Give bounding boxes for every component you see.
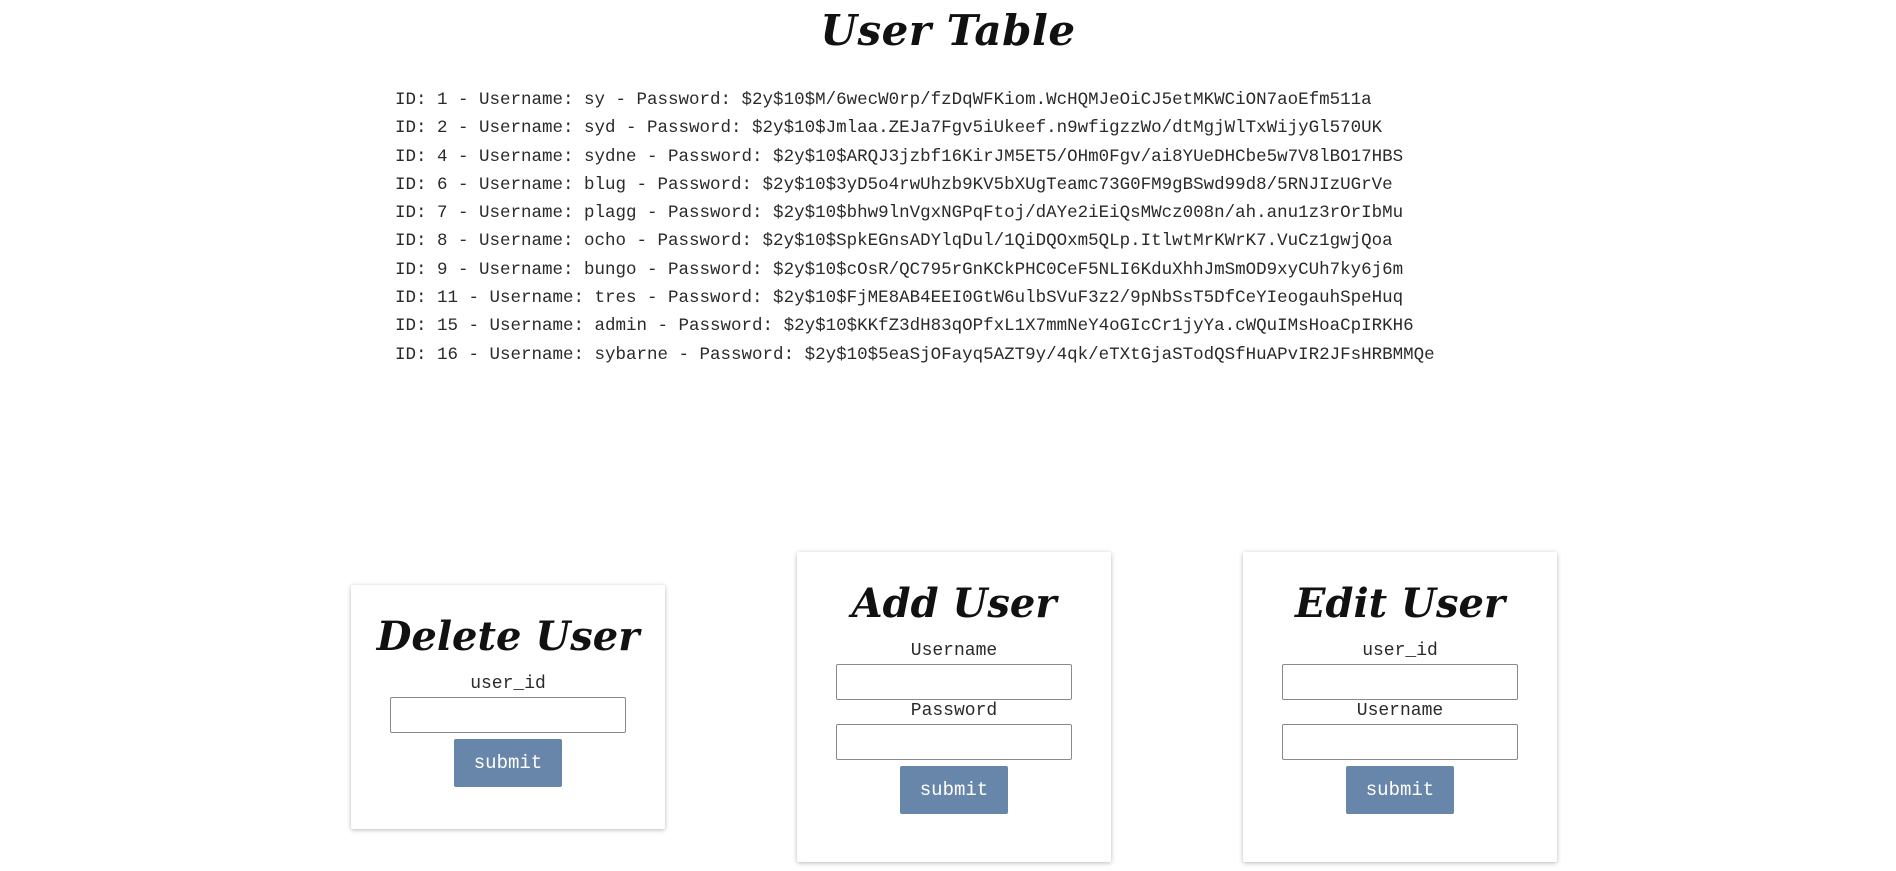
- edit-user-card: Edit User user_id Username submit: [1243, 552, 1557, 862]
- edit-username-input[interactable]: [1282, 724, 1518, 760]
- user-row: ID: 11 - Username: tres - Password: $2y$…: [395, 288, 1404, 309]
- page: User Table ID: 1 - Username: sy - Passwo…: [0, 0, 1896, 871]
- user-id-label: user_id: [1362, 641, 1438, 661]
- edit-user-title: Edit User: [1295, 580, 1505, 627]
- user-row: ID: 6 - Username: blug - Password: $2y$1…: [395, 174, 1393, 195]
- delete-submit-button[interactable]: submit: [454, 739, 562, 787]
- user-row: ID: 1 - Username: sy - Password: $2y$10$…: [395, 90, 1372, 110]
- edit-user-id-input[interactable]: [1282, 664, 1518, 700]
- delete-user-card: Delete User user_id submit: [351, 585, 665, 829]
- user-row: ID: 8 - Username: ocho - Password: $2y$1…: [395, 231, 1393, 252]
- add-submit-button[interactable]: submit: [900, 766, 1008, 814]
- user-row: ID: 16 - Username: sybarne - Password: $…: [395, 344, 1435, 365]
- user-row: ID: 7 - Username: plagg - Password: $2y$…: [395, 203, 1404, 224]
- add-username-input[interactable]: [836, 664, 1072, 700]
- page-title: User Table: [820, 6, 1076, 55]
- password-label: Password: [910, 701, 998, 721]
- username-label: Username: [1356, 701, 1444, 721]
- user-id-label: user_id: [470, 674, 546, 694]
- delete-user-title: Delete User: [376, 613, 640, 660]
- add-user-card: Add User Username Password submit: [797, 552, 1111, 862]
- edit-submit-button[interactable]: submit: [1346, 766, 1454, 814]
- user-row: ID: 9 - Username: bungo - Password: $2y$…: [395, 259, 1404, 280]
- user-row: ID: 4 - Username: sydne - Password: $2y$…: [395, 146, 1404, 167]
- username-label: Username: [910, 641, 998, 661]
- delete-user-id-input[interactable]: [390, 697, 626, 733]
- user-list: ID: 1 - Username: sy - Password: $2y$10$…: [395, 86, 1435, 369]
- user-row: ID: 2 - Username: syd - Password: $2y$10…: [395, 118, 1383, 139]
- user-row: ID: 15 - Username: admin - Password: $2y…: [395, 316, 1414, 337]
- add-user-title: Add User: [851, 580, 1057, 627]
- add-password-input[interactable]: [836, 724, 1072, 760]
